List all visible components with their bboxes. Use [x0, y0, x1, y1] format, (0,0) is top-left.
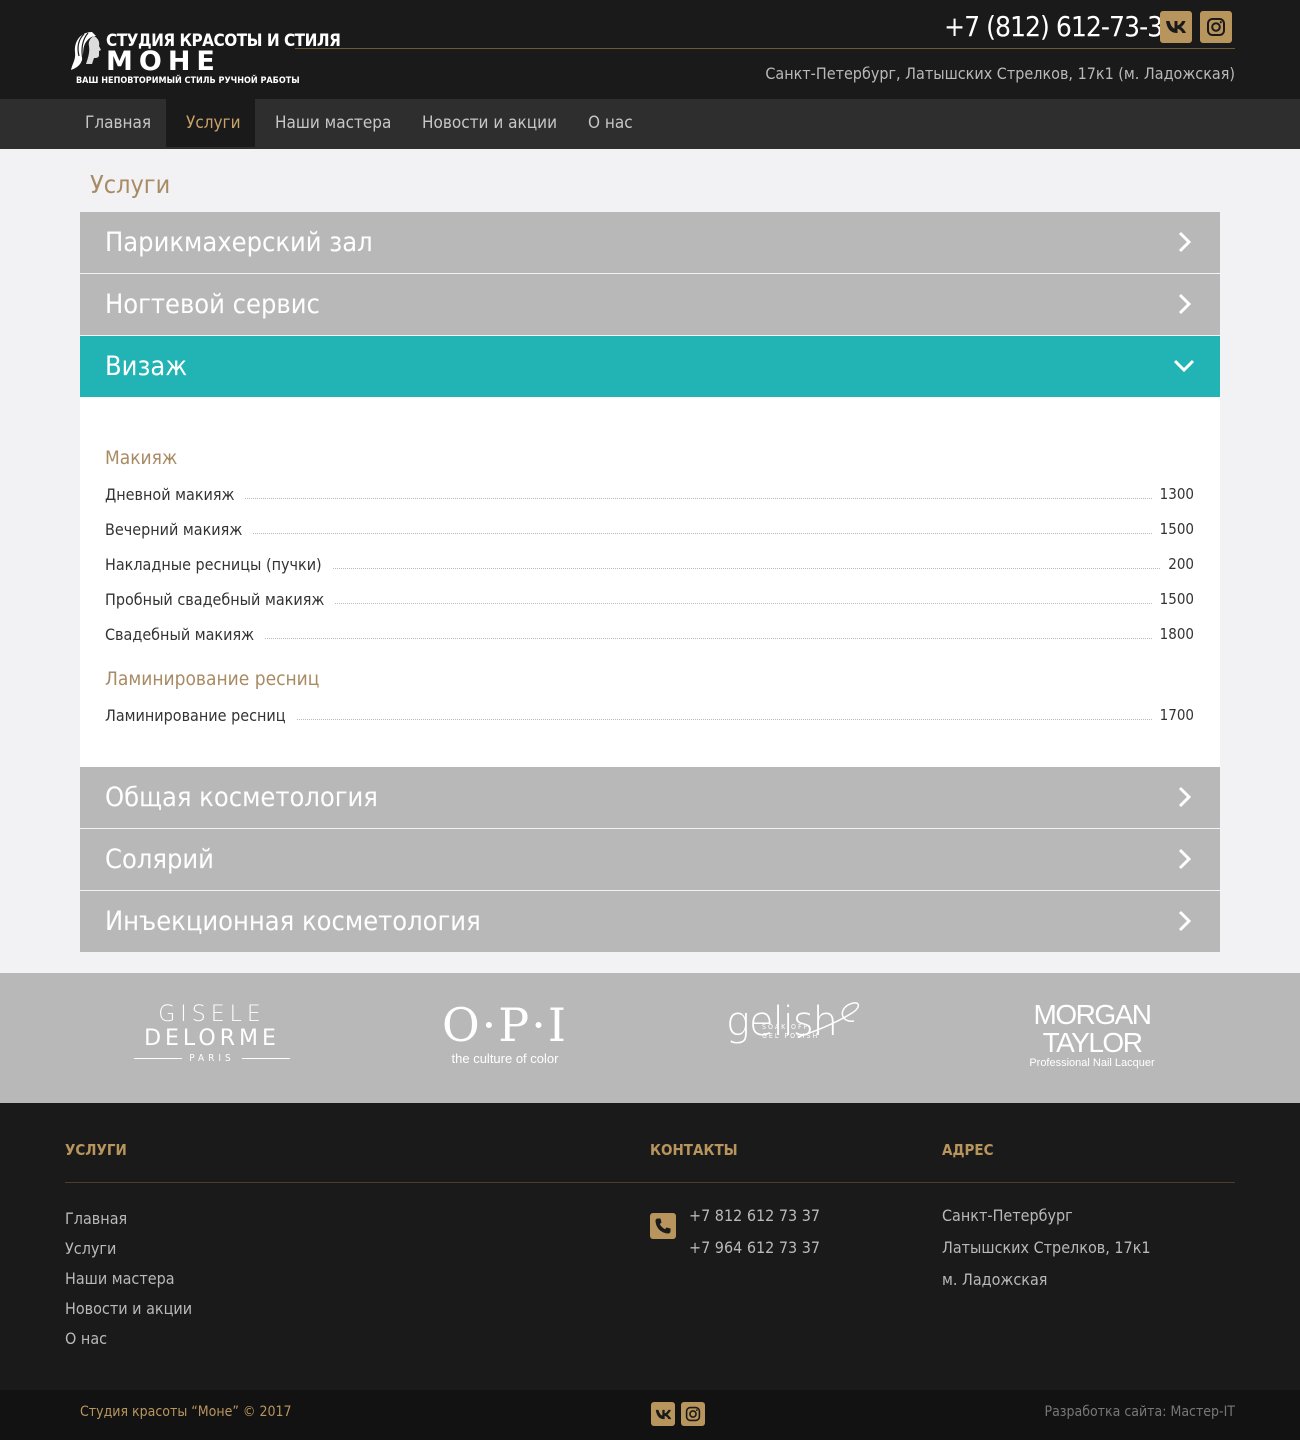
price-row: Накладные ресницы (пучки) 200: [105, 555, 1194, 575]
accordion-injection[interactable]: Инъекционная косметология: [80, 891, 1220, 952]
accordion-label: Парикмахерский зал: [105, 227, 373, 258]
footer-link-masters[interactable]: Наши мастера: [65, 1269, 175, 1288]
nav-item-home[interactable]: Главная: [65, 99, 171, 147]
site-footer: УСЛУГИ КОНТАКТЫ АДРЕС Главная Услуги Наш…: [0, 1103, 1300, 1390]
morgan-taylor-logo: MORGAN TAYLOR Professional Nail Lacquer: [1022, 999, 1162, 1070]
accordion-solarium[interactable]: Солярий: [80, 829, 1220, 890]
nav-item-news[interactable]: Новости и акции: [402, 99, 577, 147]
price-row: Вечерний макияж 1500: [105, 520, 1194, 540]
chevron-right-icon: [1178, 848, 1192, 870]
brand-logos-strip: GISELE DELORME PARIS O·P·I the culture o…: [0, 973, 1300, 1103]
service-price: 1700: [1151, 706, 1194, 724]
header-phone[interactable]: +7 (812) 612-73-37: [944, 10, 1178, 43]
woman-profile-icon: [71, 32, 101, 70]
accordion-label: Солярий: [105, 844, 214, 875]
footer-link-about[interactable]: О нас: [65, 1329, 107, 1348]
service-name: Дневной макияж: [105, 485, 245, 504]
service-name: Пробный свадебный макияж: [105, 590, 335, 609]
header-divider: [295, 48, 1235, 49]
chevron-down-icon: [1173, 359, 1195, 373]
footer-address-city: Санкт-Петербург: [942, 1206, 1073, 1225]
service-price: 1500: [1151, 590, 1194, 608]
service-price: 200: [1160, 555, 1194, 573]
service-name: Ламинирование ресниц: [105, 706, 296, 725]
footer-address-heading: АДРЕС: [942, 1141, 994, 1159]
service-price: 1300: [1151, 485, 1194, 503]
accordion-label: Визаж: [105, 351, 188, 382]
footer-link-home[interactable]: Главная: [65, 1209, 127, 1228]
price-row: Дневной макияж 1300: [105, 485, 1194, 505]
gelish-sub1: SOAK-OFF: [762, 1023, 810, 1031]
accordion-cosmetology[interactable]: Общая косметология: [80, 767, 1220, 828]
opi-name: O·P·I: [441, 998, 569, 1052]
page-title: Услуги: [90, 170, 171, 199]
gisele-delorme-logo: GISELE DELORME PARIS: [128, 1003, 296, 1064]
morgan-line2: TAYLOR: [1042, 1027, 1143, 1058]
copyright: Студия красоты “Моне” © 2017: [80, 1404, 292, 1420]
service-name: Вечерний макияж: [105, 520, 253, 539]
price-row: Пробный свадебный макияж 1500: [105, 590, 1194, 610]
gisele-line3: PARIS: [189, 1053, 235, 1064]
gisele-rule: [134, 1057, 183, 1059]
opi-logo: O·P·I the culture of color: [420, 999, 590, 1066]
footer-address-metro: м. Ладожская: [942, 1270, 1048, 1289]
gisele-rule: [241, 1057, 290, 1059]
group-title: Макияж: [105, 447, 178, 469]
price-row: Ламинирование ресниц 1700: [105, 706, 1194, 726]
footer-contacts-heading: КОНТАКТЫ: [650, 1141, 738, 1159]
site-logo[interactable]: СТУДИЯ КРАСОТЫ И СТИЛЯ МОНЕ ВАШ НЕПОВТОР…: [70, 30, 341, 90]
vk-icon[interactable]: [651, 1402, 675, 1426]
chevron-right-icon: [1178, 910, 1192, 932]
accordion-makeup[interactable]: Визаж: [80, 336, 1220, 397]
accordion-hair[interactable]: Парикмахерский зал: [80, 212, 1220, 273]
developer-credit[interactable]: Разработка сайта: Мастер-IT: [1044, 1404, 1235, 1420]
footer-address-street: Латышских Стрелков, 17к1: [942, 1238, 1151, 1257]
chevron-right-icon: [1178, 293, 1192, 315]
nav-item-about[interactable]: О нас: [568, 99, 653, 147]
instagram-icon[interactable]: [1200, 11, 1232, 43]
nav-item-services[interactable]: Услуги: [166, 99, 255, 147]
accordion-nails[interactable]: Ногтевой сервис: [80, 274, 1220, 335]
dotted-leader: [105, 498, 1194, 499]
accordion-panel-makeup: Макияж Дневной макияж 1300 Вечерний маки…: [80, 397, 1220, 767]
footer-bottom-bar: Студия красоты “Моне” © 2017 Разработка …: [0, 1390, 1300, 1440]
footer-services-heading: УСЛУГИ: [65, 1141, 127, 1159]
chevron-right-icon: [1178, 231, 1192, 253]
footer-link-services[interactable]: Услуги: [65, 1239, 116, 1258]
price-row: Свадебный макияж 1800: [105, 625, 1194, 645]
header-address: Санкт-Петербург, Латышских Стрелков, 17к…: [765, 64, 1235, 83]
logo-brand-name: МОНЕ: [106, 46, 221, 77]
footer-phone-1[interactable]: +7 812 612 73 37: [689, 1206, 820, 1225]
gelish-logo: gelish SOAK-OFF GEL POLISH: [726, 1001, 876, 1043]
gelish-sub2: GEL POLISH: [762, 1032, 820, 1040]
site-header: СТУДИЯ КРАСОТЫ И СТИЛЯ МОНЕ ВАШ НЕПОВТОР…: [0, 0, 1300, 99]
chevron-right-icon: [1178, 786, 1192, 808]
footer-phone-2[interactable]: +7 964 612 73 37: [689, 1238, 820, 1257]
gisele-line1: GISELE: [158, 1002, 266, 1027]
morgan-tagline: Professional Nail Lacquer: [1029, 1057, 1155, 1069]
gisele-line2: DELORME: [144, 1026, 280, 1051]
morgan-line1: MORGAN: [1033, 999, 1153, 1030]
footer-link-news[interactable]: Новости и акции: [65, 1299, 192, 1318]
service-name: Свадебный макияж: [105, 625, 265, 644]
opi-tagline: the culture of color: [451, 1051, 559, 1066]
dotted-leader: [105, 533, 1194, 534]
footer-divider: [65, 1182, 1235, 1183]
logo-tagline-bottom: ВАШ НЕПОВТОРИМЫЙ СТИЛЬ РУЧНОЙ РАБОТЫ: [76, 76, 300, 86]
group-title: Ламинирование ресниц: [105, 668, 320, 690]
vk-icon[interactable]: [1160, 11, 1192, 43]
service-price: 1500: [1151, 520, 1194, 538]
main-nav: Главная Услуги Наши мастера Новости и ак…: [0, 99, 1300, 149]
service-price: 1800: [1151, 625, 1194, 643]
instagram-icon[interactable]: [681, 1402, 705, 1426]
accordion-label: Общая косметология: [105, 782, 378, 813]
accordion-label: Ногтевой сервис: [105, 289, 320, 320]
nav-item-masters[interactable]: Наши мастера: [255, 99, 411, 147]
service-name: Накладные ресницы (пучки): [105, 555, 332, 574]
dotted-leader: [105, 638, 1194, 639]
accordion-label: Инъекционная косметология: [105, 906, 481, 937]
phone-icon: [650, 1213, 676, 1239]
